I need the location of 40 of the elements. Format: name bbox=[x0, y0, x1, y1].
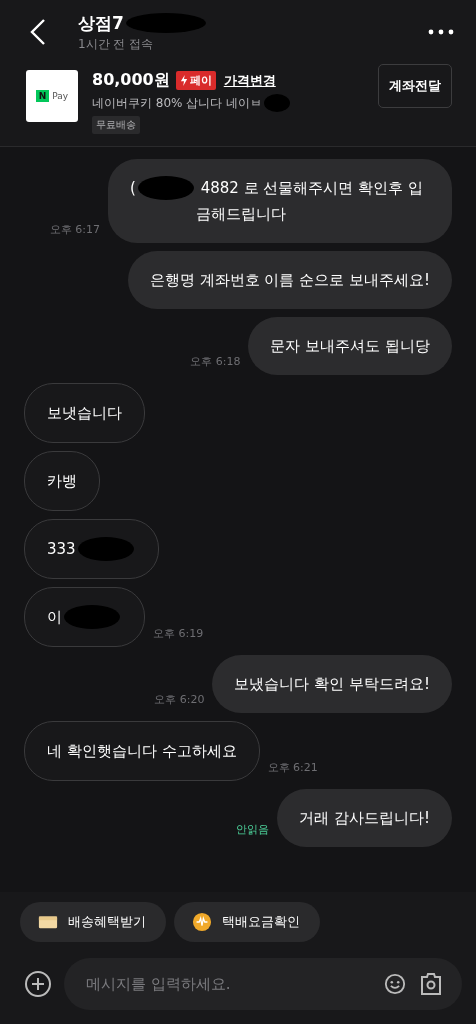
back-icon[interactable] bbox=[30, 18, 46, 46]
emoji-icon[interactable] bbox=[384, 972, 406, 996]
camera-icon[interactable] bbox=[420, 972, 442, 996]
unread-label: 안읽음 bbox=[236, 822, 270, 838]
message-text: 이 bbox=[47, 607, 62, 628]
add-icon[interactable] bbox=[24, 970, 52, 998]
message-time: 오후 6:19 bbox=[153, 626, 204, 641]
message-text: 거래 감사드립니다! bbox=[299, 808, 430, 829]
message-text: 보냈습니다 확인 부탁드려요! bbox=[234, 674, 430, 695]
redaction-mark bbox=[264, 94, 291, 112]
message-time: 오후 6:21 bbox=[267, 760, 318, 775]
message-field[interactable]: 메시지를 입력하세요. bbox=[64, 958, 462, 1010]
more-icon[interactable] bbox=[428, 29, 454, 35]
quick-action-chip[interactable]: 배송혜택받기 bbox=[20, 902, 166, 942]
message-text: 은행명 계좌번호 이름 순으로 보내주세요! bbox=[149, 270, 430, 291]
message-text: 문자 보내주셔도 됩니당 bbox=[270, 336, 430, 357]
redaction-mark bbox=[137, 176, 194, 200]
shop-name: 상점7 bbox=[78, 11, 124, 35]
pay-badge: 페이 bbox=[175, 71, 216, 90]
redaction-mark bbox=[77, 537, 134, 561]
product-title: 네이버쿠키 80% 삽니다 네이ㅂ bbox=[92, 94, 263, 112]
message-text: 네 확인햇습니다 수고하세요 bbox=[47, 741, 237, 762]
last-seen: 1시간 전 접속 bbox=[78, 35, 155, 53]
message-text: 카뱅 bbox=[47, 471, 77, 492]
redaction-mark bbox=[64, 605, 120, 629]
message-text: 4882 로 선물해주시면 확인후 입금해드립니다 bbox=[195, 178, 424, 225]
price: 80,000원 bbox=[92, 70, 170, 91]
message-text: 333 bbox=[47, 539, 76, 560]
shipping-tag: 무료배송 bbox=[92, 116, 140, 134]
quick-action-chip[interactable]: 택배요금확인 bbox=[174, 902, 320, 942]
message-input[interactable]: 메시지를 입력하세요. bbox=[84, 974, 370, 994]
message-time: 오후 6:20 bbox=[154, 692, 205, 707]
message-time: 오후 6:18 bbox=[190, 354, 241, 369]
account-transfer-button[interactable]: 계좌전달 bbox=[378, 64, 452, 108]
message-time: 오후 6:17 bbox=[49, 222, 100, 237]
price-change-link[interactable]: 가격변경 bbox=[223, 71, 276, 90]
npay-thumbnail: N Pay bbox=[26, 70, 78, 122]
message-text: ( bbox=[130, 178, 136, 199]
message-text: 보냇습니다 bbox=[47, 403, 122, 424]
coin-icon bbox=[192, 912, 212, 932]
